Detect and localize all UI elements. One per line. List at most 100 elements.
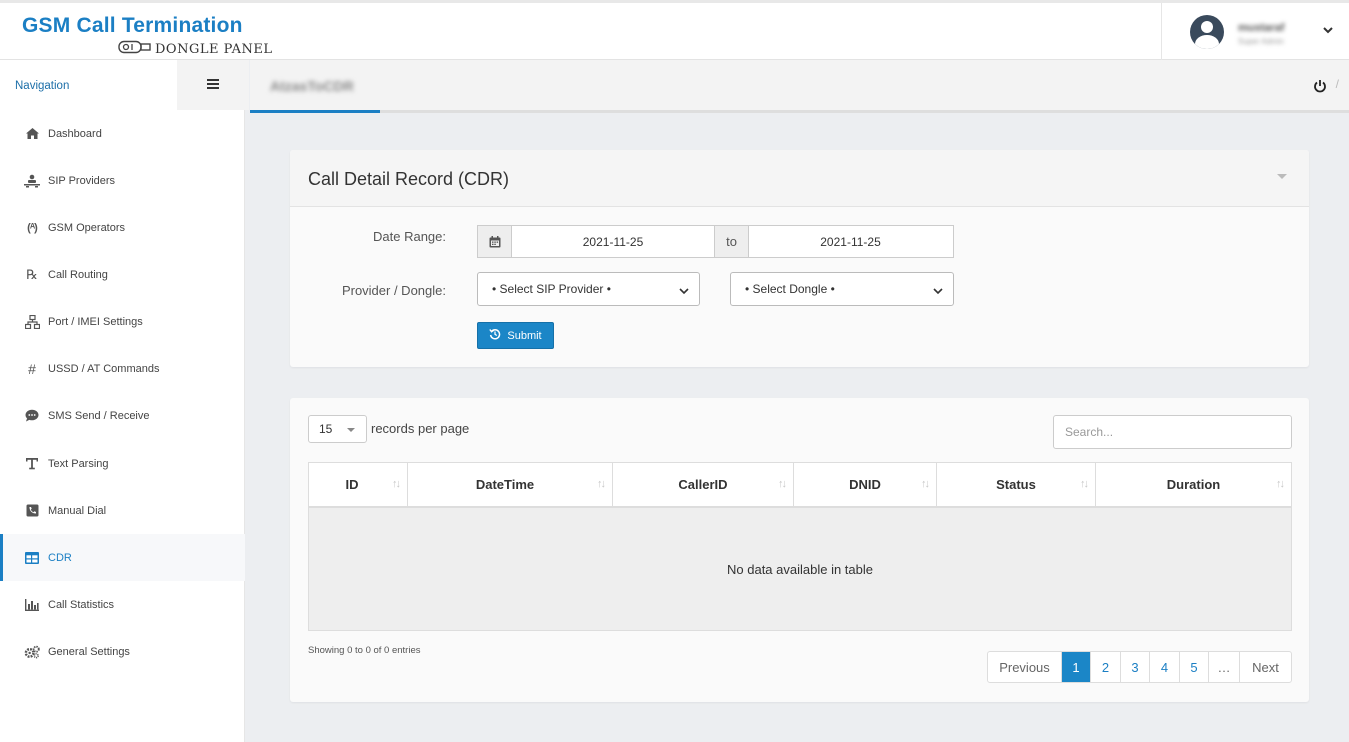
sidebar-item-label: Manual Dial [48,504,107,517]
sidebar-item-label: CDR [48,551,72,564]
column-header-status[interactable]: Status ↑↓ [937,463,1096,506]
sidebar-item-port-imei-settings[interactable]: Port / IMEI Settings [0,298,245,345]
sidebar-item-ussd-at-commands[interactable]: # USSD / AT Commands [0,345,245,392]
antenna-icon: (ᴬ) [27,221,38,234]
sidebar-item-label: Dashboard [48,127,102,140]
page-tab[interactable]: AtzasToCDR [250,60,380,113]
cdr-table: ID ↑↓ DateTime ↑↓ CallerID ↑↓ DNID ↑↓ St… [308,462,1292,631]
logo-title: GSM Call Termination [22,14,243,37]
date-from-input[interactable]: 2021-11-25 [512,226,714,257]
sort-icon: ↑↓ [597,478,606,490]
sidebar-item-general-settings[interactable]: General Settings [0,628,245,675]
sidebar-item-gsm-operators[interactable]: (ᴬ) GSM Operators [0,204,245,251]
pagination-previous[interactable]: Previous [988,652,1062,682]
sidebar-item-label: Text Parsing [48,457,109,470]
logo-subtitle: DONGLE PANEL [118,40,273,59]
network-icon [24,314,40,330]
cdr-filter-panel: Call Detail Record (CDR) [290,150,1309,367]
search-input[interactable]: Search... [1053,415,1292,449]
sidebar-item-sms-send-receive[interactable]: SMS Send / Receive [0,392,245,439]
sidebar-title: Navigation [15,80,70,92]
user-name: mustaraf [1238,22,1285,34]
sip-provider-select-value: • Select SIP Provider • [492,282,611,296]
chevron-down-icon [679,284,689,298]
sip-provider-select[interactable]: • Select SIP Provider • [477,272,700,306]
submit-button[interactable]: Submit [477,322,554,349]
sidebar-toggle-button[interactable] [177,60,249,110]
caret-down-icon [347,428,355,432]
bar-chart-icon [24,597,40,613]
dongle-select[interactable]: • Select Dongle • [730,272,954,306]
table-header-row: ID ↑↓ DateTime ↑↓ CallerID ↑↓ DNID ↑↓ St… [309,463,1291,508]
gears-icon [24,644,40,660]
pagination-page-3[interactable]: 3 [1121,652,1150,682]
sms-icon [24,408,40,424]
sidebar-item-label: General Settings [48,645,130,658]
submit-button-label: Submit [507,329,542,342]
sidebar-item-label: Call Routing [48,268,108,281]
sort-icon: ↑↓ [392,478,401,490]
app-logo[interactable]: GSM Call Termination [22,15,243,37]
page-length-value: 15 [319,422,333,436]
content-header: AtzasToCDR / [250,60,1349,113]
sidebar-item-label: Call Statistics [48,598,115,611]
empty-table-message: No data available in table [309,508,1291,630]
column-header-dnid[interactable]: DNID ↑↓ [794,463,937,506]
breadcrumb-separator: / [1335,77,1339,91]
sip-icon [24,173,40,189]
avatar[interactable] [1190,15,1224,49]
sort-icon: ↑↓ [778,478,787,490]
sidebar-item-call-routing[interactable]: ℞ Call Routing [0,251,245,298]
column-header-label: Duration [1166,477,1221,492]
sidebar-item-label: SIP Providers [48,174,116,187]
records-per-page-label: records per page [371,421,470,436]
pagination: Previous 1 2 3 4 5 … Next [987,651,1292,683]
user-menu[interactable]: mustaraf Super Admin [1161,3,1349,60]
sort-icon: ↑↓ [1080,478,1089,490]
column-header-label: ID [345,477,359,492]
date-to-input[interactable]: 2021-11-25 [749,226,952,257]
panel-header: Call Detail Record (CDR) [290,150,1309,207]
dongle-select-value: • Select Dongle • [745,282,835,296]
text-icon [24,456,40,472]
date-range-label: Date Range: [373,229,446,244]
sidebar-item-label: Port / IMEI Settings [48,315,143,328]
history-icon [489,328,501,343]
sidebar-item-label: GSM Operators [48,221,126,234]
top-header: GSM Call Termination DONGLE PANEL mustar… [0,0,1349,60]
pagination-page-5[interactable]: 5 [1180,652,1209,682]
pagination-page-4[interactable]: 4 [1150,652,1180,682]
column-header-duration[interactable]: Duration ↑↓ [1096,463,1291,506]
power-icon[interactable] [1313,79,1327,93]
pagination-page-2[interactable]: 2 [1091,652,1121,682]
dial-icon [24,503,40,519]
page-tab-label: AtzasToCDR [270,78,354,94]
column-header-datetime[interactable]: DateTime ↑↓ [408,463,613,506]
hamburger-icon [207,76,219,94]
calendar-icon[interactable] [478,226,512,257]
column-header-id[interactable]: ID ↑↓ [309,463,408,506]
page-length-select[interactable]: 15 [308,415,367,443]
routing-icon: ℞ [26,266,38,282]
provider-dongle-label: Provider / Dongle: [341,283,446,298]
column-header-label: Status [996,477,1036,492]
chevron-down-icon[interactable] [1322,23,1334,41]
home-icon [24,126,40,142]
sidebar-item-sip-providers[interactable]: SIP Providers [0,157,245,204]
chevron-down-icon [933,284,943,298]
sidebar-item-label: SMS Send / Receive [48,409,150,422]
collapse-caret-icon[interactable] [1277,174,1287,179]
sidebar-item-label: USSD / AT Commands [48,362,160,375]
sidebar-item-cdr[interactable]: CDR [0,534,245,581]
pagination-page-1[interactable]: 1 [1062,652,1091,682]
sidebar-item-text-parsing[interactable]: Text Parsing [0,440,245,487]
logo-subtitle-text: DONGLE PANEL [155,42,273,57]
sidebar-item-dashboard[interactable]: Dashboard [0,110,245,157]
column-header-callerid[interactable]: CallerID ↑↓ [613,463,794,506]
sidebar-item-manual-dial[interactable]: Manual Dial [0,487,245,534]
pagination-next[interactable]: Next [1240,652,1291,682]
column-header-label: DNID [849,477,881,492]
user-role: Super Admin [1238,37,1284,46]
column-header-label: DateTime [475,477,535,492]
sidebar-item-call-statistics[interactable]: Call Statistics [0,581,245,628]
